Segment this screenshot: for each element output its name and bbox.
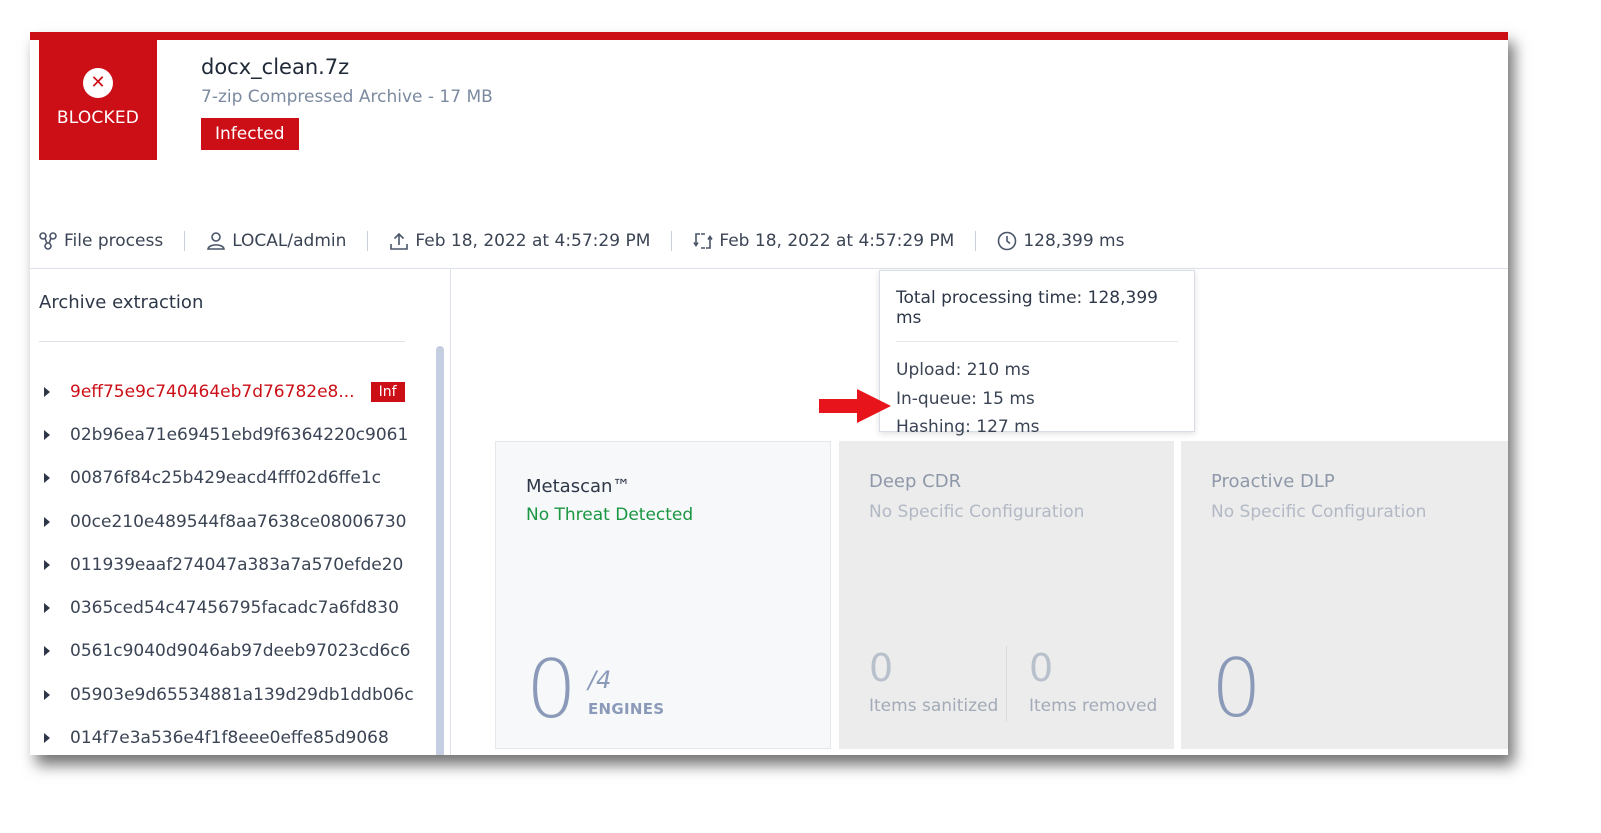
metascan-engines-label: ENGINES	[588, 700, 665, 718]
cdr-sanitized-count: 0	[869, 646, 894, 690]
cdr-sanitized-label: Items sanitized	[869, 696, 999, 716]
cdr-removed-count: 0	[1029, 646, 1054, 690]
user-label: LOCAL/admin	[232, 231, 347, 251]
scan-result-window: ✕ BLOCKED docx_clean.7z 7-zip Compressed…	[30, 32, 1508, 755]
metascan-status: No Threat Detected	[526, 505, 694, 525]
user-meta: LOCAL/admin	[206, 231, 346, 251]
tooltip-hashing: Hashing: 127 ms	[896, 417, 1040, 437]
tree-item[interactable]: 02b96ea71e69451ebd9f6364220c9061	[44, 413, 408, 456]
workflow-icon	[39, 232, 57, 250]
meta-separator	[975, 231, 977, 251]
tree-item-name: 011939eaaf274047a383a7a570efde20	[70, 554, 404, 575]
close-circle-icon: ✕	[83, 68, 113, 98]
tree-item[interactable]: 014f7e3a536e4f1f8eee0effe85d9068	[44, 716, 404, 755]
file-name: docx_clean.7z	[201, 55, 350, 79]
clock-icon	[998, 231, 1017, 251]
deep-cdr-card[interactable]: Deep CDR No Specific Configuration 0 Ite…	[839, 441, 1174, 749]
sidebar-divider	[450, 269, 451, 755]
tree-item-name: 0365ced54c47456795facadc7a6fd830	[70, 598, 399, 619]
dlp-title: Proactive DLP	[1211, 471, 1335, 492]
status-badge: Infected	[201, 118, 299, 150]
tree-item[interactable]: 9eff75e9c740464eb7d76782e8... Inf	[44, 370, 405, 413]
processed-time-label: Feb 18, 2022 at 4:57:29 PM	[719, 231, 955, 251]
tree-item-name: 00876f84c25b429eacd4fff02d6ffe1c	[70, 468, 382, 489]
verdict-block: ✕ BLOCKED	[39, 40, 157, 160]
cdr-removed-label: Items removed	[1029, 696, 1158, 716]
duration-label: 128,399 ms	[1023, 231, 1125, 251]
upload-icon	[390, 232, 409, 250]
annotation-arrow-icon	[819, 389, 891, 423]
header-divider	[30, 268, 1508, 269]
caret-right-icon[interactable]	[44, 689, 50, 700]
caret-right-icon[interactable]	[44, 386, 50, 397]
dlp-status: No Specific Configuration	[1211, 502, 1427, 522]
tree-item-name: 00ce210e489544f8aa7638ce08006730	[70, 511, 407, 532]
refresh-icon	[693, 233, 714, 249]
tooltip-upload: Upload: 210 ms	[896, 360, 1030, 380]
sidebar-rule	[39, 341, 405, 342]
user-icon	[207, 232, 226, 250]
tooltip-in-queue: In-queue: 15 ms	[896, 388, 1035, 409]
tooltip-divider	[896, 341, 1178, 342]
metascan-engines-total: /4	[588, 666, 612, 694]
caret-right-icon[interactable]	[44, 473, 50, 484]
meta-row: File process LOCAL/admin Feb 18, 2022 at…	[38, 226, 1124, 256]
tree-item[interactable]: 05903e9d65534881a139d29db1ddb06c	[44, 673, 414, 716]
tree-item-name: 9eff75e9c740464eb7d76782e8...	[70, 381, 355, 402]
tree-item-name: 05903e9d65534881a139d29db1ddb06c	[70, 684, 414, 705]
tree-item-name: 014f7e3a536e4f1f8eee0effe85d9068	[70, 728, 389, 749]
duration-meta[interactable]: 128,399 ms	[997, 231, 1124, 251]
infected-badge: Inf	[370, 381, 405, 402]
caret-right-icon[interactable]	[44, 559, 50, 570]
caret-right-icon[interactable]	[44, 516, 50, 527]
top-accent-bar	[30, 32, 1508, 40]
caret-right-icon[interactable]	[44, 429, 50, 440]
tree-item[interactable]: 0561c9040d9046ab97deeb97023cd6c6	[44, 630, 410, 673]
sidebar-title: Archive extraction	[39, 292, 204, 313]
metascan-count: 0	[526, 643, 577, 736]
upload-time-meta: Feb 18, 2022 at 4:57:29 PM	[389, 231, 650, 251]
meta-separator	[367, 231, 369, 251]
workflow-label: File process	[64, 231, 164, 251]
caret-right-icon[interactable]	[44, 603, 50, 614]
tree-item-name: 02b96ea71e69451ebd9f6364220c9061	[70, 424, 409, 445]
tree-item[interactable]: 00ce210e489544f8aa7638ce08006730	[44, 500, 407, 543]
file-subtitle: 7-zip Compressed Archive - 17 MB	[201, 87, 493, 107]
meta-separator	[671, 231, 673, 251]
tree-item-name: 0561c9040d9046ab97deeb97023cd6c6	[70, 641, 411, 662]
meta-separator	[184, 231, 186, 251]
dlp-count: 0	[1211, 642, 1262, 735]
upload-time-label: Feb 18, 2022 at 4:57:29 PM	[415, 231, 651, 251]
sidebar-scrollbar[interactable]	[436, 346, 444, 755]
cdr-status: No Specific Configuration	[869, 502, 1085, 522]
metascan-card[interactable]: Metascan™ No Threat Detected 0 /4 ENGINE…	[495, 441, 831, 749]
tree-item[interactable]: 00876f84c25b429eacd4fff02d6ffe1c	[44, 457, 404, 500]
processed-time-meta: Feb 18, 2022 at 4:57:29 PM	[693, 231, 954, 251]
tree-item[interactable]: 0365ced54c47456795facadc7a6fd830	[44, 586, 404, 629]
caret-right-icon[interactable]	[44, 646, 50, 657]
processing-time-tooltip: Total processing time: 128,399 ms Upload…	[879, 270, 1195, 437]
cdr-separator	[1006, 646, 1007, 721]
proactive-dlp-card[interactable]: Proactive DLP No Specific Configuration …	[1181, 441, 1508, 749]
caret-right-icon[interactable]	[44, 733, 50, 744]
tooltip-title: Total processing time: 128,399 ms	[896, 288, 1158, 328]
verdict-label: BLOCKED	[56, 108, 140, 128]
workflow-meta[interactable]: File process	[38, 231, 163, 251]
archive-tree: 9eff75e9c740464eb7d76782e8... Inf 02b96e…	[44, 370, 414, 755]
tree-item[interactable]: 011939eaaf274047a383a7a570efde20	[44, 543, 404, 586]
metascan-title: Metascan™	[526, 476, 631, 497]
cdr-title: Deep CDR	[869, 471, 962, 492]
